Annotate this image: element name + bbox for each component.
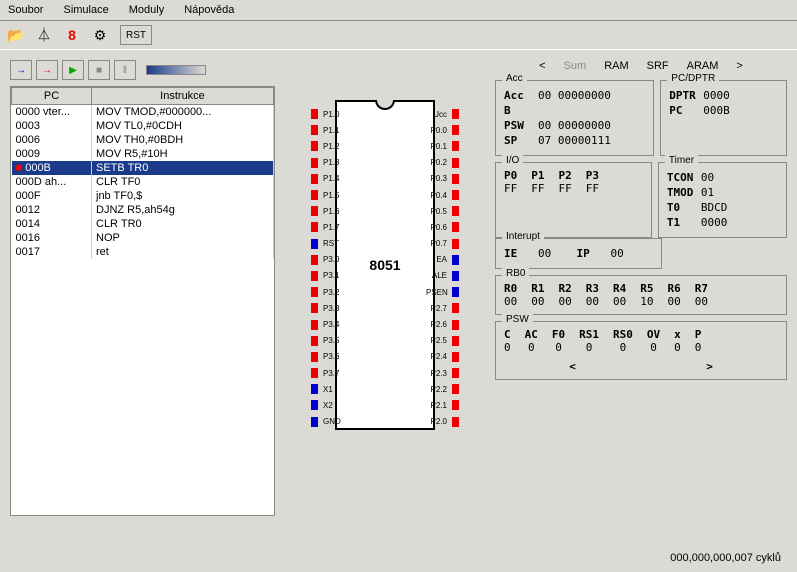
table-row[interactable]: 0009MOV R5,#10H [12,147,274,161]
pin-p2-5[interactable]: P2.5 [426,333,459,349]
pause-button[interactable]: ‖ [114,60,136,80]
psw-prev[interactable]: < [569,360,576,373]
pin-p3-0[interactable]: P3.0 [311,252,344,268]
pin-ea[interactable]: EA [426,252,459,268]
chip-diagram: 8051 P1.0P1.1P1.2P1.3P1.4P1.5P1.6P1.7RST… [310,100,460,430]
instruction-table[interactable]: PCInstrukce 0000 vter...MOV TMOD,#000000… [10,86,275,516]
pin-p1-2[interactable]: P1.2 [311,138,344,154]
chip-label: 8051 [369,257,400,273]
control-bar: → → ▶ ■ ‖ [10,60,275,80]
table-row[interactable]: 0012DJNZ R5,ah54g [12,203,274,217]
nav-aram[interactable]: ARAM [687,60,719,72]
pin-p2-0[interactable]: P2.0 [426,414,459,430]
open-icon[interactable]: 📂 [8,27,24,43]
io-group: I/O P0FFP1FFP2FFP3FF [495,162,652,238]
stop-button[interactable]: ■ [88,60,110,80]
nav-ram[interactable]: RAM [604,60,628,72]
rb0-group: RB0 R000R100R200R300R400R510R600R700 [495,275,787,315]
pin-p0-5[interactable]: P0.5 [426,203,459,219]
table-row[interactable]: 0016NOP [12,231,274,245]
run-button[interactable]: ▶ [62,60,84,80]
table-row[interactable]: 0003MOV TL0,#0CDH [12,119,274,133]
pin-p0-2[interactable]: P0.2 [426,155,459,171]
pin-p2-2[interactable]: P2.2 [426,381,459,397]
rst-button[interactable]: RST [120,25,152,45]
nav-prev[interactable]: < [539,60,545,72]
pin-p1-4[interactable]: P1.4 [311,171,344,187]
pin-p3-6[interactable]: P3.6 [311,349,344,365]
table-row[interactable]: 0017ret [12,245,274,259]
pin-p3-2[interactable]: P3.2 [311,284,344,300]
pin-p0-6[interactable]: P0.6 [426,219,459,235]
nav-sum[interactable]: Sum [564,60,587,72]
menu-napoveda[interactable]: Nápověda [184,4,234,16]
pin-p3-5[interactable]: P3.5 [311,333,344,349]
col-pc[interactable]: PC [12,88,92,105]
pin-p2-7[interactable]: P2.7 [426,300,459,316]
menu-soubor[interactable]: Soubor [8,4,43,16]
pin-p1-1[interactable]: P1.1 [311,122,344,138]
pin-p1-7[interactable]: P1.7 [311,219,344,235]
timer-group: Timer TCON00TMOD01T0BDCDT10000 [658,162,787,238]
speed-slider[interactable] [146,65,206,75]
menu-simulace[interactable]: Simulace [63,4,108,16]
table-row[interactable]: 000D ah...CLR TF0 [12,175,274,189]
step-over-button[interactable]: → [36,60,58,80]
pin-psen[interactable]: PSEN [426,284,459,300]
pin-ale[interactable]: ALE [426,268,459,284]
table-row[interactable]: 000BSETB TR0 [12,161,274,175]
pin-p3-3[interactable]: P3.3 [311,300,344,316]
pin-p0-0[interactable]: P0.0 [426,122,459,138]
pin-p1-6[interactable]: P1.6 [311,203,344,219]
toolbar: 📂 ⏃ 8 ⚙ RST [0,21,797,50]
table-row[interactable]: 000Fjnb TF0,$ [12,189,274,203]
digit-icon[interactable]: 8 [64,27,80,43]
pin-p2-3[interactable]: P2.3 [426,365,459,381]
step-in-button[interactable]: → [10,60,32,80]
pin-p3-1[interactable]: P3.1 [311,268,344,284]
table-row[interactable]: 0006MOV TH0,#0BDH [12,133,274,147]
pcdptr-group: PC/DPTR DPTR0000PC000B [660,80,787,156]
table-row[interactable]: 0014CLR TR0 [12,217,274,231]
pin-rst[interactable]: RST [311,236,344,252]
psw-next[interactable]: > [706,360,713,373]
pin-p3-4[interactable]: P3.4 [311,316,344,332]
interupt-group: Interupt IE00 IP00 [495,238,662,269]
memory-nav: < Sum RAM SRF ARAM > [495,60,787,72]
pin-p0-1[interactable]: P0.1 [426,138,459,154]
col-ins[interactable]: Instrukce [92,88,274,105]
acc-group: Acc Acc00 00000000B PSW00 00000000SP07 0… [495,80,654,156]
diode-icon[interactable]: ⏃ [36,27,52,43]
menu-moduly[interactable]: Moduly [129,4,164,16]
pin-p2-4[interactable]: P2.4 [426,349,459,365]
menubar: Soubor Simulace Moduly Nápověda [0,0,797,21]
pin-p0-7[interactable]: P0.7 [426,236,459,252]
pin-p0-4[interactable]: P0.4 [426,187,459,203]
pin-p3-7[interactable]: P3.7 [311,365,344,381]
pin-gnd[interactable]: GND [311,414,344,430]
pin-ucc[interactable]: Ucc [426,106,459,122]
nav-srf[interactable]: SRF [647,60,669,72]
psw-group: PSW C0AC0F00RS10RS00OV0x0P0 <> [495,321,787,380]
switch-icon[interactable]: ⚙ [92,27,108,43]
pin-p1-5[interactable]: P1.5 [311,187,344,203]
pin-x1[interactable]: X1 [311,381,344,397]
pin-p1-3[interactable]: P1.3 [311,155,344,171]
table-row[interactable]: 0000 vter...MOV TMOD,#000000... [12,105,274,120]
pin-p2-6[interactable]: P2.6 [426,316,459,332]
pin-p1-0[interactable]: P1.0 [311,106,344,122]
pin-p2-1[interactable]: P2.1 [426,397,459,413]
pin-p0-3[interactable]: P0.3 [426,171,459,187]
cycle-counter: 000,000,000,007 cyklů [670,552,781,564]
pin-x2[interactable]: X2 [311,397,344,413]
nav-next[interactable]: > [736,60,742,72]
